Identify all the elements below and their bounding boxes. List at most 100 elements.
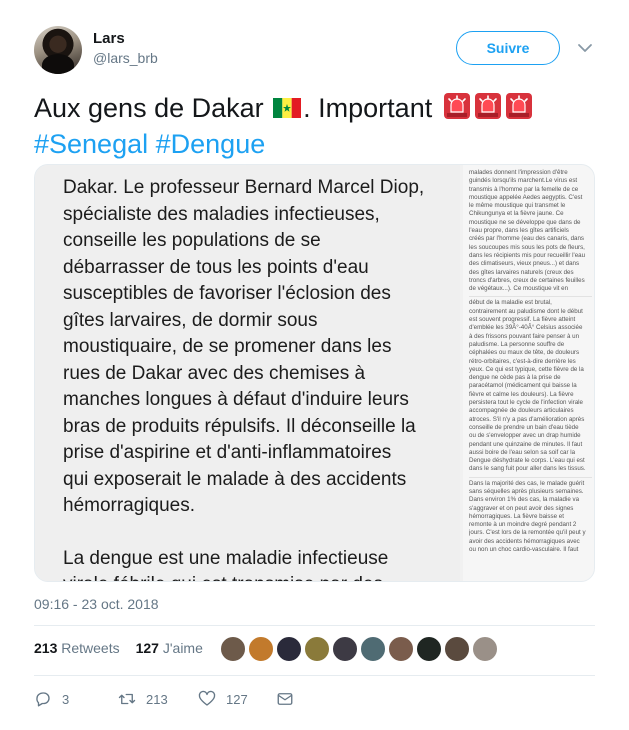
media-text-line: susceptibles de favoriser l'éclosion des bbox=[63, 283, 391, 304]
media-side-line: dans les récipients mis pour recueillir … bbox=[469, 251, 586, 259]
like-count: 127 bbox=[226, 691, 248, 707]
display-name[interactable]: Lars bbox=[93, 29, 158, 49]
tweet-text-prefix: Aux gens de Dakar bbox=[34, 93, 264, 123]
media-text-line: conseille les populations de se bbox=[63, 230, 321, 251]
divider bbox=[34, 675, 595, 676]
media-side-line: sans séquelles après plusieurs semaines. bbox=[469, 487, 584, 495]
media-side-line: le même moustique qui transmet le bbox=[469, 202, 566, 210]
reply-count: 3 bbox=[62, 691, 70, 707]
liker-avatar[interactable] bbox=[332, 636, 358, 662]
media-side-line: dengue ne cède pas à la prise de bbox=[469, 374, 561, 382]
tweet-line-1: Aux gens de Dakar . Important bbox=[34, 90, 604, 126]
media-text-line: manches longues à défaut d'induire leurs bbox=[63, 389, 409, 410]
retweets-stat[interactable]: 213 Retweets bbox=[34, 640, 120, 656]
media-side-line: est souvent progressif. La fièvre attein… bbox=[469, 316, 576, 324]
media-side-line: guindés lorsqu'ils marchent.Le virus est bbox=[469, 177, 578, 185]
direct-message-button[interactable] bbox=[276, 688, 294, 710]
media-side-line: paracétamol (médicament qui baisse la bbox=[469, 382, 577, 390]
reply-icon bbox=[36, 692, 50, 707]
retweets-label: Retweets bbox=[61, 640, 120, 656]
username-handle[interactable]: @lars_brb bbox=[93, 49, 158, 67]
media-side-line: moustique appelée Aedes aegyptis. C'est bbox=[469, 193, 583, 201]
media-side-line: à des frissons pouvant faire penser à un bbox=[469, 332, 580, 340]
reply-button[interactable]: 3 bbox=[34, 688, 69, 710]
divider bbox=[34, 625, 595, 626]
avatar[interactable] bbox=[34, 26, 82, 74]
media-text-line: Dakar. Le professeur Bernard Marcel Diop… bbox=[63, 177, 425, 198]
tweet-actions: 3 213 127 bbox=[34, 688, 334, 710]
media-side-line: les soucoupes mis sous les pots de fleur… bbox=[469, 243, 585, 251]
retweets-count: 213 bbox=[34, 640, 58, 656]
chevron-down-icon[interactable] bbox=[577, 40, 593, 56]
media-side-line: Dans environ 1% des cas, la maladie va bbox=[469, 496, 580, 504]
liker-avatar[interactable] bbox=[444, 636, 470, 662]
hashtag-link[interactable]: #Senegal bbox=[34, 129, 148, 159]
tweet-timestamp[interactable]: 09:16 - 23 oct. 2018 bbox=[34, 596, 159, 612]
follow-button[interactable]: Suivre bbox=[456, 31, 560, 65]
senegal-flag-icon bbox=[273, 98, 302, 118]
media-text-line: débarrasser de tous les points d'eau bbox=[63, 256, 369, 278]
envelope-icon bbox=[277, 693, 293, 705]
media-side-line: créés par l'homme (eau des canaris, dans bbox=[469, 235, 585, 243]
media-side-line: transmis à l'homme par la femelle de ce bbox=[469, 185, 579, 193]
media-side-line: contrairement au paludisme dont le début bbox=[469, 307, 583, 315]
liker-avatar[interactable] bbox=[248, 636, 274, 662]
police-light-icon bbox=[443, 92, 471, 120]
media-text-line: hémorragiques. bbox=[63, 495, 196, 516]
media-side-line: ou de s'envelopper avec un drap humide bbox=[469, 432, 581, 440]
police-light-icon bbox=[505, 92, 533, 120]
media-text-line: spécialiste des maladies infectieuses, bbox=[63, 203, 380, 225]
tweet-text: Aux gens de Dakar . Important #Senegal #… bbox=[34, 90, 604, 162]
media-side-line: des gîtes larvaires naturels (creux des bbox=[469, 268, 574, 276]
media-text-line: rues de Dakar avec des chemises à bbox=[63, 362, 366, 384]
media-side-line: début de la maladie est brutal, bbox=[469, 299, 552, 307]
media-side-line: des climatiseurs, vieux pneus...) et dan… bbox=[469, 260, 580, 268]
retweet-button[interactable]: 213 bbox=[118, 688, 168, 710]
like-button[interactable]: 127 bbox=[198, 688, 248, 710]
media-side-line: céphalées ou maux de tête, de douleurs bbox=[469, 349, 580, 357]
media-side-line: paludisme. La personne souffre de bbox=[469, 340, 565, 348]
media-text-line: La dengue est une maladie infectieuse bbox=[63, 547, 389, 569]
heart-icon bbox=[198, 690, 216, 706]
police-light-icon bbox=[474, 92, 502, 120]
media-side-line: s'aggraver et on peut avoir des signes bbox=[469, 504, 574, 512]
media-text-line: virale fébrile qui est transmise par des bbox=[63, 572, 453, 581]
liker-avatar[interactable] bbox=[472, 636, 498, 662]
media-side-line: jours. C'est lors de la remontée qu'il p… bbox=[469, 529, 586, 537]
media-side-line: persistera tout le cycle de l'infection … bbox=[469, 399, 583, 407]
media-side-block: malades donnent l'impression d'être guind… bbox=[469, 169, 592, 293]
media-text-line: qui exposerait le malade à des accidents bbox=[63, 468, 407, 490]
media-side-line: fièvre et calme les douleurs). La fièvre bbox=[469, 390, 574, 398]
media-text-line: bras de produits répulsifs. Il déconseil… bbox=[63, 415, 416, 437]
retweet-icon bbox=[118, 693, 136, 705]
media-side-line: hémorragiques. La fièvre baisse et bbox=[469, 512, 564, 520]
media-text-line: moustiquaire, de se promener dans les bbox=[63, 336, 392, 357]
liker-avatar[interactable] bbox=[304, 636, 330, 662]
media-side-line: pendant une quinzaine de minutes. Il fau… bbox=[469, 440, 583, 448]
tweet-media-image[interactable]: Dakar. Le professeur Bernard Marcel Diop… bbox=[34, 164, 595, 582]
hashtag-link[interactable]: #Dengue bbox=[156, 129, 266, 159]
liker-avatar[interactable] bbox=[416, 636, 442, 662]
media-side-line: dans le sang fuit pour aller dans les ti… bbox=[469, 465, 586, 473]
liker-avatar[interactable] bbox=[276, 636, 302, 662]
liker-avatar[interactable] bbox=[360, 636, 386, 662]
liker-avatar[interactable] bbox=[388, 636, 414, 662]
media-side-block: Dans la majorité des cas, le malade guér… bbox=[469, 476, 592, 555]
media-side-line: aussi boire de l'eau selon sa soif car l… bbox=[469, 448, 576, 456]
media-side-line: Chikungunya et la fièvre jaune. Ce bbox=[469, 210, 564, 218]
likes-label: J'aime bbox=[162, 640, 203, 656]
media-side-line: moustique ne se développe que dans de bbox=[469, 218, 581, 226]
media-side-line: rétro-orbitaires, c'est-à-dire derrière … bbox=[469, 357, 576, 365]
media-side-line: Dans la majorité des cas, le malade guér… bbox=[469, 479, 585, 487]
media-side-line: atroces. S'il n'y a pas d'amélioration a… bbox=[469, 415, 585, 423]
media-side-line: malades donnent l'impression d'être bbox=[469, 169, 568, 176]
media-text-line: gîtes larvaires, de dormir sous bbox=[63, 309, 318, 331]
likes-stat[interactable]: 127 J'aime bbox=[136, 640, 203, 656]
engagement-stats: 213 Retweets 127 J'aime bbox=[34, 640, 203, 656]
tweet-header: Lars @lars_brb Suivre bbox=[34, 26, 604, 76]
media-side-column: malades donnent l'impression d'être guind… bbox=[463, 165, 594, 581]
retweet-count: 213 bbox=[146, 691, 168, 707]
liker-avatar[interactable] bbox=[220, 636, 246, 662]
author-names[interactable]: Lars @lars_brb bbox=[93, 29, 158, 67]
media-side-line: de végétaux...). Ce moustique vit en bbox=[469, 285, 569, 293]
